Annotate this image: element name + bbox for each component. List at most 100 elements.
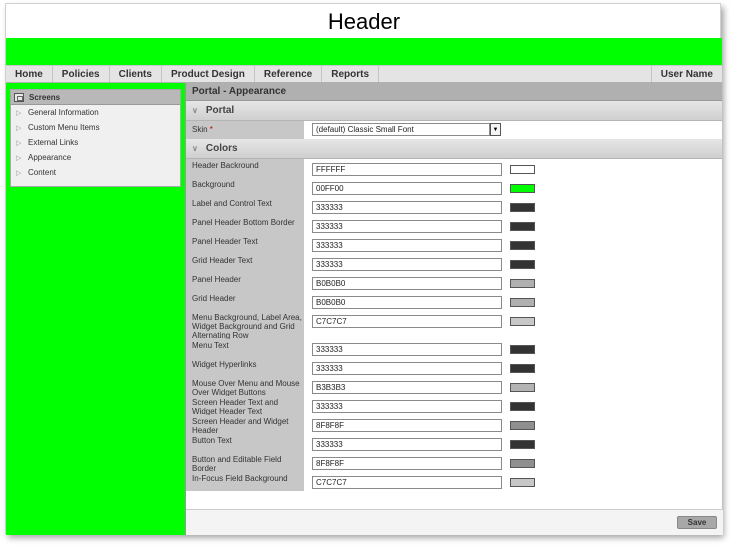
sidebar-item-label: External Links	[28, 138, 79, 147]
color-swatch[interactable]	[510, 364, 535, 373]
color-row: Button Text 333333	[186, 434, 722, 453]
color-hex-input[interactable]: C7C7C7	[312, 476, 502, 489]
color-hex-input[interactable]: B0B0B0	[312, 296, 502, 309]
color-label: Screen Header and Widget Header	[192, 417, 289, 435]
color-swatch[interactable]	[510, 345, 535, 354]
color-row: Screen Header Text and Widget Header Tex…	[186, 396, 722, 416]
sidebar-item-label: Content	[28, 168, 57, 177]
color-row: Menu Background, Label Area, Widget Back…	[186, 311, 722, 340]
color-row: Menu Text 333333	[186, 339, 722, 358]
color-swatch[interactable]	[510, 203, 535, 212]
tree-expand-icon: ▷	[16, 169, 22, 177]
color-row: Screen Header and Widget Header 8F8F8F	[186, 415, 722, 435]
footer-bar: Save	[186, 509, 723, 535]
nav-policies[interactable]: Policies	[53, 66, 110, 82]
color-swatch[interactable]	[510, 478, 535, 487]
required-marker: *	[209, 125, 213, 134]
portal-section-title: Portal	[205, 104, 235, 116]
chevron-down-icon: ∨	[192, 143, 198, 153]
color-hex-input[interactable]: 333333	[312, 239, 502, 252]
color-row: Header Backround FFFFFF	[186, 159, 722, 178]
color-hex-input[interactable]: 333333	[312, 343, 502, 356]
app-window: Header Home Policies Clients Product Des…	[5, 3, 723, 535]
colors-list: Header Backround FFFFFF Background 00FF00 La…	[186, 159, 722, 491]
nav-reports[interactable]: Reports	[322, 66, 380, 82]
color-swatch[interactable]	[510, 421, 535, 430]
color-swatch[interactable]	[510, 402, 535, 411]
color-label: Mouse Over Menu and Mouse Over Widget Bu…	[192, 379, 300, 397]
left-column: Screens ▷ General Information ▷ Custom M…	[6, 83, 185, 535]
color-hex-input[interactable]: C7C7C7	[312, 315, 502, 328]
color-swatch[interactable]	[510, 222, 535, 231]
sidebar-item-content[interactable]: ▷ Content	[11, 165, 180, 180]
sidebar-item-external-links[interactable]: ▷ External Links	[11, 135, 180, 150]
sidebar-item-label: Custom Menu Items	[28, 123, 100, 132]
colors-section-title: Colors	[205, 142, 238, 154]
sidebar-item-custom-menu-items[interactable]: ▷ Custom Menu Items	[11, 120, 180, 135]
color-label: Label and Control Text	[192, 199, 272, 208]
color-hex-input[interactable]: 00FF00	[312, 182, 502, 195]
color-label: Grid Header	[192, 294, 236, 303]
screens-panel: Screens ▷ General Information ▷ Custom M…	[10, 89, 181, 187]
color-hex-input[interactable]: B0B0B0	[312, 277, 502, 290]
page-title: Portal - Appearance	[186, 83, 722, 101]
color-swatch[interactable]	[510, 241, 535, 250]
color-hex-input[interactable]: 8F8F8F	[312, 419, 502, 432]
color-swatch[interactable]	[510, 317, 535, 326]
color-hex-input[interactable]: FFFFFF	[312, 163, 502, 176]
color-row: Button and Editable Field Border 8F8F8F	[186, 453, 722, 473]
color-row: Label and Control Text 333333	[186, 197, 722, 216]
save-button[interactable]: Save	[677, 516, 717, 529]
color-swatch[interactable]	[510, 298, 535, 307]
color-swatch[interactable]	[510, 260, 535, 269]
color-hex-input[interactable]: 333333	[312, 362, 502, 375]
color-row: In-Focus Field Background C7C7C7	[186, 472, 722, 491]
color-swatch[interactable]	[510, 279, 535, 288]
chevron-down-icon: ∨	[192, 105, 198, 115]
color-row: Grid Header B0B0B0	[186, 292, 722, 311]
color-swatch[interactable]	[510, 383, 535, 392]
color-hex-input[interactable]: 333333	[312, 201, 502, 214]
skin-select[interactable]: (default) Classic Small Font	[312, 123, 490, 136]
color-hex-input[interactable]: B3B3B3	[312, 381, 502, 394]
sidebar-item-appearance[interactable]: ▷ Appearance	[11, 150, 180, 165]
color-label: Background	[192, 180, 235, 189]
nav-home[interactable]: Home	[6, 66, 53, 82]
color-swatch[interactable]	[510, 184, 535, 193]
user-menu[interactable]: User Name	[650, 66, 722, 82]
color-row: Panel Header Bottom Border 333333	[186, 216, 722, 235]
portal-section-header[interactable]: ∨ Portal	[186, 101, 722, 121]
screens-panel-header: Screens	[11, 90, 180, 105]
tree-expand-icon: ▷	[16, 154, 22, 162]
color-swatch[interactable]	[510, 440, 535, 449]
nav-product-design[interactable]: Product Design	[162, 66, 255, 82]
color-hex-input[interactable]: 8F8F8F	[312, 457, 502, 470]
tree-expand-icon: ▷	[16, 139, 22, 147]
skin-row: Skin * (default) Classic Small Font ▼	[186, 121, 722, 139]
sidebar-item-label: Appearance	[28, 153, 72, 162]
color-hex-input[interactable]: 333333	[312, 220, 502, 233]
color-label: Menu Text	[192, 341, 229, 350]
color-label: Widget Hyperlinks	[192, 360, 257, 369]
sidebar-item-general-information[interactable]: ▷ General Information	[11, 105, 180, 120]
main-panel: Portal - Appearance ∨ Portal Skin * (def…	[185, 83, 723, 535]
nav-reference[interactable]: Reference	[255, 66, 323, 82]
color-label: Panel Header Bottom Border	[192, 218, 295, 227]
color-swatch[interactable]	[510, 459, 535, 468]
colors-section-header[interactable]: ∨ Colors	[186, 139, 722, 159]
color-row: Panel Header B0B0B0	[186, 273, 722, 292]
page-header: Header	[327, 9, 401, 34]
color-row: Grid Header Text 333333	[186, 254, 722, 273]
color-label: Grid Header Text	[192, 256, 253, 265]
chevron-down-icon[interactable]: ▼	[490, 123, 501, 136]
color-hex-input[interactable]: 333333	[312, 400, 502, 413]
color-row: Background 00FF00	[186, 178, 722, 197]
skin-label: Skin *	[192, 125, 213, 134]
color-hex-input[interactable]: 333333	[312, 438, 502, 451]
sidebar-item-label: General Information	[28, 108, 99, 117]
color-label: Header Backround	[192, 161, 259, 170]
color-hex-input[interactable]: 333333	[312, 258, 502, 271]
nav-clients[interactable]: Clients	[110, 66, 162, 82]
color-swatch[interactable]	[510, 165, 535, 174]
color-label: Panel Header	[192, 275, 241, 284]
